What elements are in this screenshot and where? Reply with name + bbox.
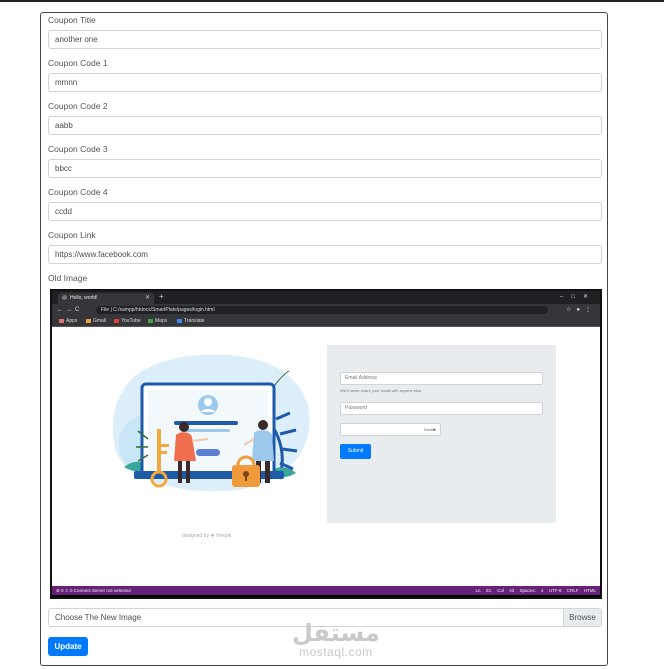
preview-submit-button: Submit [340,444,371,459]
chevron-down-icon: ▼ [432,427,436,432]
coupon-code-2-label: Coupon Code 2 [48,101,108,111]
file-input-placeholder: Choose The New Image [55,613,142,622]
browser-tab-title: Hello, world! [70,295,98,301]
bookmark-maps: Maps [148,316,167,326]
preview-email-field: Email Address [340,372,543,385]
old-image-preview: Hello, world! ✕ + –□✕ ←→C File | C:/xamp… [50,289,602,599]
new-tab-icon: + [159,292,164,301]
coupon-code-4-label: Coupon Code 4 [48,187,108,197]
browser-tab: Hello, world! ✕ [58,293,154,304]
login-illustration [112,354,310,492]
coupon-code-1-input[interactable] [48,73,602,92]
watermark-latin: mostaql.com [299,645,373,659]
bookmark-apps: Apps [59,316,77,326]
browse-button[interactable]: Browse [563,609,601,626]
login-page-preview: Email Address We'll never share your ema… [52,327,600,586]
preview-role-select: Doctor ▼ [340,423,441,436]
coupon-code-3-label: Coupon Code 3 [48,144,108,154]
coupon-link-label: Coupon Link [48,230,96,240]
coupon-edit-card: Coupon Title Coupon Code 1 Coupon Code 2… [40,12,608,666]
mostaql-watermark: مستقل mostaql.com [292,620,380,658]
bookmarks-bar: Apps Gmail YouTube Maps Translate [52,316,600,327]
favicon-icon [62,295,67,300]
watermark-arabic: مستقل [292,619,380,647]
browser-tab-bar: Hello, world! ✕ + –□✕ [52,291,600,304]
coupon-code-4-input[interactable] [48,202,602,221]
update-button[interactable]: Update [48,637,88,656]
editor-status-bar: ⊗ 0 ⚠ 0 Connect Server not selected Ln 2… [52,586,600,595]
window-controls-icon: –□✕ [560,294,596,300]
freepik-credit: designed by ❖ freepik [182,533,232,539]
preview-email-help: We'll never share your email with anyone… [340,388,423,393]
bookmark-translate: Translate [177,316,205,326]
preview-password-field: Password [340,402,543,415]
status-right: Ln 23, Col 43 Spaces: 4 UTF-8 CRLF HTML [475,588,596,593]
coupon-link-input[interactable] [48,245,602,264]
login-form-panel: Email Address We'll never share your ema… [327,345,556,523]
browser-address-bar: ←→C File | C:/xampp/htdocs/SmartPlate/pa… [52,304,600,316]
coupon-code-2-input[interactable] [48,116,602,135]
coupon-code-3-input[interactable] [48,159,602,178]
status-left: ⊗ 0 ⚠ 0 Connect Server not selected [56,588,131,593]
coupon-title-label: Coupon Title [48,15,96,25]
browser-toolbar-icons: ☆●⋮ [565,307,596,313]
bookmark-gmail: Gmail [86,316,106,326]
top-border [0,0,664,2]
browser-nav-icons: ←→C [57,307,83,313]
bookmark-youtube: YouTube [114,316,141,326]
browser-url: File | C:/xampp/htdocs/SmartPlate/pages/… [96,306,548,314]
coupon-code-1-label: Coupon Code 1 [48,58,108,68]
old-image-label: Old Image [48,273,88,283]
tab-close-icon: ✕ [144,295,150,301]
coupon-title-input[interactable] [48,30,602,49]
